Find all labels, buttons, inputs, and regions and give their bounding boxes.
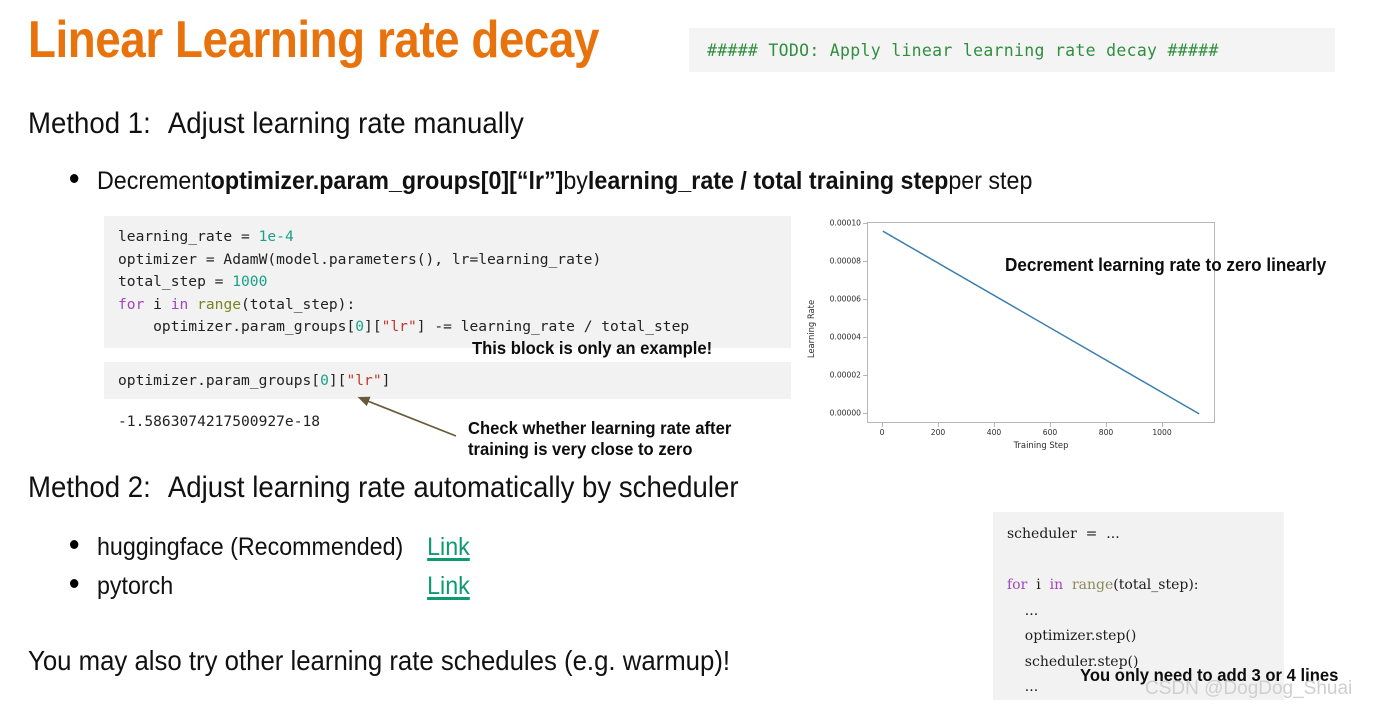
x-tick-label: 1000	[1152, 428, 1172, 437]
y-tick-label: 0.00010	[829, 218, 861, 228]
bullet-dot-icon	[70, 174, 79, 183]
code-keyword: for	[1007, 577, 1028, 593]
todo-code-banner: ##### TODO: Apply linear learning rate d…	[689, 28, 1335, 72]
sched-line-optimizer-step: optimizer.step()	[1007, 628, 1137, 644]
method-1-label: Method 1:	[28, 107, 151, 140]
method-1-bullet: Decrement optimizer.param_groups[0][“lr”…	[70, 167, 1032, 196]
code-line-3: total_step = 1000	[118, 273, 267, 290]
method-2-item-huggingface: huggingface (Recommended) Link	[70, 533, 470, 562]
code-number: 0	[320, 372, 329, 389]
sched-line-1: scheduler = ...	[1007, 526, 1120, 542]
code-builtin: range	[188, 295, 242, 313]
y-tick-label: 0.00002	[829, 370, 861, 380]
code-keyword: for	[118, 295, 145, 313]
code-text: ] -= learning_rate / total_step	[416, 318, 690, 336]
chart-y-axis-label: Learning Rate	[806, 299, 816, 359]
y-tick-label: 0.00000	[829, 408, 861, 418]
code-text: ][	[328, 372, 347, 389]
pointer-arrow-icon	[357, 396, 457, 437]
x-tick-label: 200	[930, 428, 946, 437]
todo-banner-text: ##### TODO: Apply linear learning rate d…	[707, 40, 1219, 60]
y-tick-label: 0.00006	[829, 294, 861, 304]
code-line-4: for i in range(total_step):	[118, 296, 355, 313]
code-text: (total_step):	[1113, 577, 1199, 593]
bullet-text-part1: Decrement	[96, 167, 211, 195]
code-text: ]	[381, 372, 391, 389]
method-2-item-label: pytorch	[96, 572, 174, 600]
x-tick-label: 600	[1042, 428, 1058, 437]
annotation-check-note: Check whether learning rate after traini…	[468, 418, 732, 459]
x-tick-mark	[1106, 423, 1107, 427]
code-line-5: optimizer.param_groups[0]["lr"] -= learn…	[118, 318, 689, 335]
learning-rate-chart: 0.00000 0.00002 0.00004 0.00006 0.00008 …	[805, 212, 1225, 462]
code-text: total_step =	[118, 273, 233, 291]
link-huggingface[interactable]: Link	[427, 533, 470, 562]
bullet-dot-icon	[70, 540, 79, 549]
code-keyword: in	[1049, 577, 1064, 593]
bullet-text-part2: by	[563, 167, 588, 195]
y-tick-label: 0.00004	[829, 332, 861, 342]
sched-line-dots2: ...	[1007, 679, 1039, 695]
code-string: "lr"	[381, 318, 417, 336]
code-text: i	[1027, 577, 1050, 593]
chart-series-line	[882, 230, 1200, 415]
x-tick-label: 400	[986, 428, 1002, 437]
code-text: optimizer.param_groups[	[118, 318, 356, 336]
code-keyword: in	[170, 295, 189, 313]
method-2-heading: Method 2: Adjust learning rate automatica…	[28, 471, 739, 505]
method-2-item-pytorch: pytorch Link	[70, 572, 470, 601]
method-2-text: Adjust learning rate automatically by sc…	[167, 471, 739, 504]
bullet-dot-icon	[70, 579, 79, 588]
slide-canvas: Linear Learning rate decay ##### TODO: A…	[0, 0, 1393, 710]
code-text: i	[144, 295, 171, 313]
method-1-heading: Method 1: Adjust learning rate manually	[28, 107, 524, 141]
annotation-chart-note: Decrement learning rate to zero linearly	[1005, 255, 1327, 275]
code-string: "lr"	[346, 372, 382, 389]
code-number: 1e-4	[258, 228, 294, 245]
page-title: Linear Learning rate decay	[28, 11, 599, 69]
code-text: ][	[364, 318, 382, 336]
x-tick-mark	[1050, 423, 1051, 427]
code-text: optimizer.param_groups[	[118, 372, 321, 389]
bullet-text-part3: per step	[948, 167, 1033, 195]
code-text: learning_rate =	[118, 228, 259, 245]
bullet-text-bold1: optimizer.param_groups[0][“lr”]	[210, 167, 564, 195]
method-2-item-label: huggingface (Recommended)	[96, 533, 404, 561]
code-line-1: learning_rate = 1e-4	[118, 228, 294, 245]
annotation-scheduler-note: You only need to add 3 or 4 lines	[1080, 665, 1339, 685]
link-pytorch[interactable]: Link	[427, 572, 470, 601]
code-number: 0	[355, 318, 365, 336]
x-tick-label: 0	[879, 428, 885, 437]
code-line-2: optimizer = AdamW(model.parameters(), lr…	[118, 250, 602, 268]
x-tick-mark	[994, 423, 995, 427]
x-tick-mark	[938, 423, 939, 427]
code-builtin: range	[1063, 577, 1114, 593]
code-block-main: learning_rate = 1e-4 optimizer = AdamW(m…	[104, 216, 791, 348]
sched-line-dots1: ...	[1007, 602, 1039, 619]
x-tick-mark	[882, 423, 883, 427]
method-1-text: Adjust learning rate manually	[167, 107, 524, 140]
method-2-label: Method 2:	[28, 471, 151, 504]
bullet-text-bold2: learning_rate / total training step	[587, 167, 949, 195]
y-tick-label: 0.00008	[829, 256, 861, 266]
x-tick-label: 800	[1098, 428, 1114, 437]
code-number: 1000	[232, 273, 268, 291]
code-text: (total_step):	[241, 295, 356, 313]
chart-x-axis-label: Training Step	[1013, 440, 1069, 450]
sched-line-for: for i in range(total_step):	[1007, 577, 1199, 593]
bottom-note: You may also try other learning rate sch…	[28, 645, 731, 676]
x-tick-mark	[1162, 423, 1163, 427]
